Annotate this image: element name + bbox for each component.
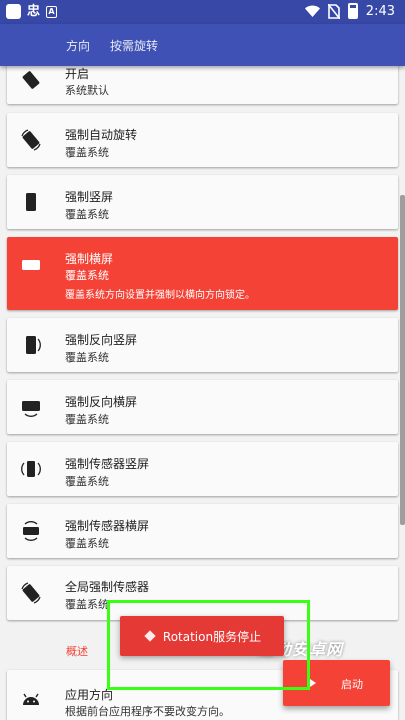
- option-card-force-reverse-landscape[interactable]: 强制反向横屏 覆盖系统: [7, 380, 398, 434]
- rotation-auto-icon: [22, 71, 40, 89]
- status-time: 2:43: [365, 3, 395, 19]
- option-subtitle: 覆盖系统: [65, 208, 109, 221]
- tab-orientation[interactable]: 方向: [66, 37, 90, 54]
- scrollbar[interactable]: [400, 195, 405, 525]
- option-subtitle: 覆盖系统: [65, 351, 109, 364]
- landscape-icon: [22, 260, 40, 270]
- option-card-force-sensor-landscape[interactable]: 强制传感器横屏 覆盖系统: [7, 504, 398, 558]
- option-card-force-auto-rotate[interactable]: 强制自动旋转 覆盖系统: [7, 113, 398, 167]
- status-right: 2:43: [304, 3, 395, 19]
- toast-service-stopped: Rotation服务停止: [120, 616, 284, 656]
- option-subtitle: 根据前台应用程序不要改变方向。: [65, 705, 230, 718]
- option-subtitle: 覆盖系统: [65, 475, 109, 488]
- option-title: 强制反向竖屏: [65, 333, 138, 347]
- option-title: 强制横屏: [65, 252, 114, 266]
- option-card-force-portrait[interactable]: 强制竖屏 覆盖系统: [7, 175, 398, 229]
- option-subtitle: 覆盖系统: [65, 537, 109, 550]
- status-left: 忠 A: [6, 4, 58, 19]
- portrait-icon: [26, 193, 36, 211]
- android-icon: [23, 693, 39, 705]
- option-card-global-force-sensor[interactable]: 全局强制传感器 覆盖系统: [7, 566, 398, 620]
- section-label-overview: 概述: [66, 645, 88, 658]
- reverse-portrait-icon: [26, 336, 41, 354]
- option-title: 全局强制传感器: [65, 580, 150, 594]
- option-subtitle: 覆盖系统: [65, 269, 109, 282]
- option-subtitle: 覆盖系统: [65, 146, 109, 159]
- start-button-label: 启动: [341, 678, 363, 691]
- wifi-icon: [304, 5, 320, 17]
- option-title: 强制传感器竖屏: [65, 457, 150, 471]
- start-button[interactable]: 启动: [283, 660, 390, 706]
- option-subtitle: 系统默认: [65, 84, 109, 97]
- option-title: 强制自动旋转: [65, 128, 138, 142]
- sensor-portrait-icon: [21, 461, 41, 477]
- tab-on-demand-rotation[interactable]: 按需旋转: [110, 37, 158, 54]
- battery-icon: [347, 3, 358, 19]
- global-sensor-icon: [21, 582, 41, 604]
- option-title: 强制竖屏: [65, 190, 114, 204]
- option-title: 开启: [65, 67, 90, 81]
- no-sim-icon: [327, 3, 340, 19]
- a-badge-icon: A: [46, 5, 58, 18]
- option-title: 强制反向横屏: [65, 395, 138, 409]
- rotation-auto-icon: [21, 129, 41, 151]
- reverse-landscape-icon: [22, 401, 40, 417]
- play-icon: [307, 677, 316, 689]
- toast-text: Rotation服务停止: [162, 629, 262, 644]
- option-card-force-reverse-portrait[interactable]: 强制反向竖屏 覆盖系统: [7, 318, 398, 372]
- option-card-force-sensor-portrait[interactable]: 强制传感器竖屏 覆盖系统: [7, 442, 398, 496]
- rotation-diamond-icon: [144, 630, 156, 642]
- status-bar: 忠 A 2:43: [0, 0, 405, 24]
- notification-glyph-icon: 忠: [27, 4, 41, 19]
- option-description: 覆盖系统方向设置并强制以横向方向锁定。: [65, 290, 255, 301]
- option-subtitle: 覆盖系统: [65, 413, 109, 426]
- app-square-icon: [6, 4, 21, 19]
- app-bar: 方向 按需旋转: [0, 24, 405, 66]
- option-title: 强制传感器横屏: [65, 519, 150, 533]
- option-title: 应用方向: [65, 688, 114, 702]
- option-card-force-landscape[interactable]: 强制横屏 覆盖系统 覆盖系统方向设置并强制以横向方向锁定。: [7, 237, 398, 310]
- sensor-landscape-icon: [23, 521, 39, 541]
- option-subtitle: 覆盖系统: [65, 598, 109, 611]
